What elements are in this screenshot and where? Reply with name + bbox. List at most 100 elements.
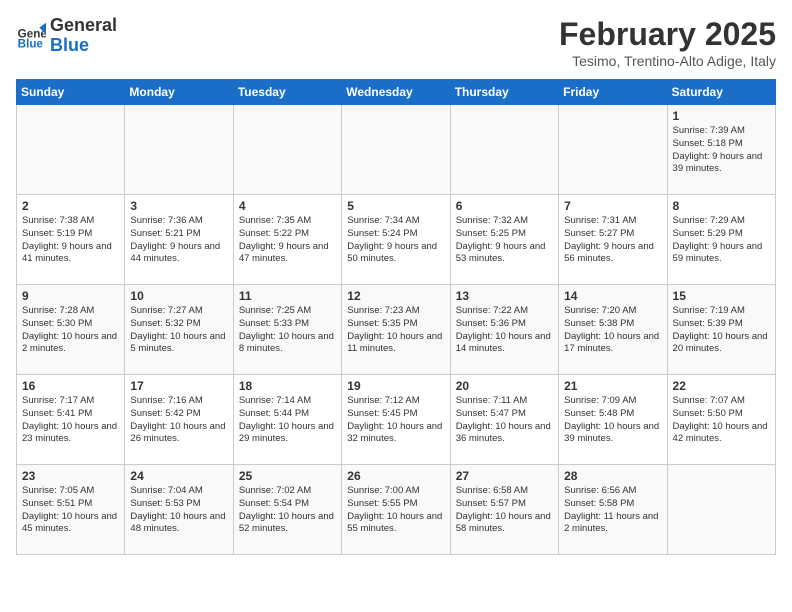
day-cell: 5 Sunrise: 7:34 AM Sunset: 5:24 PM Daylig… xyxy=(342,195,450,285)
day-info: Sunrise: 6:58 AM Sunset: 5:57 PM Dayligh… xyxy=(456,485,553,536)
day-number: 14 xyxy=(564,289,661,303)
day-cell: 16 Sunrise: 7:17 AM Sunset: 5:41 PM Dayli… xyxy=(17,375,125,465)
week-row-3: 9Sunrise: 7:28 AM Sunset: 5:30 PM Daylig… xyxy=(17,285,776,375)
day-cell: 9Sunrise: 7:28 AM Sunset: 5:30 PM Daylig… xyxy=(17,285,125,375)
day-number: 13 xyxy=(456,289,553,303)
day-info: Sunrise: 7:04 AM Sunset: 5:53 PM Dayligh… xyxy=(130,485,227,536)
day-cell: 3Sunrise: 7:36 AM Sunset: 5:21 PM Daylig… xyxy=(125,195,233,285)
day-cell: 20 Sunrise: 7:11 AM Sunset: 5:47 PM Dayli… xyxy=(450,375,558,465)
day-cell: 26Sunrise: 7:00 AM Sunset: 5:55 PM Dayli… xyxy=(342,465,450,555)
day-cell: 1 Sunrise: 7:39 AM Sunset: 5:18 PM Daylig… xyxy=(667,105,775,195)
day-cell: 13 Sunrise: 7:22 AM Sunset: 5:36 PM Dayli… xyxy=(450,285,558,375)
calendar-subtitle: Tesimo, Trentino-Alto Adige, Italy xyxy=(559,53,776,69)
day-cell xyxy=(17,105,125,195)
day-info: Sunrise: 7:25 AM Sunset: 5:33 PM Dayligh… xyxy=(239,305,336,356)
day-number: 10 xyxy=(130,289,227,303)
day-cell: 2 Sunrise: 7:38 AM Sunset: 5:19 PM Daylig… xyxy=(17,195,125,285)
day-cell: 8Sunrise: 7:29 AM Sunset: 5:29 PM Daylig… xyxy=(667,195,775,285)
day-cell: 17 Sunrise: 7:16 AM Sunset: 5:42 PM Dayli… xyxy=(125,375,233,465)
logo-general: General xyxy=(50,15,117,35)
day-cell: 15Sunrise: 7:19 AM Sunset: 5:39 PM Dayli… xyxy=(667,285,775,375)
day-cell: 19Sunrise: 7:12 AM Sunset: 5:45 PM Dayli… xyxy=(342,375,450,465)
header-row: Sunday Monday Tuesday Wednesday Thursday… xyxy=(17,80,776,105)
calendar-title: February 2025 xyxy=(559,16,776,53)
day-cell: 18Sunrise: 7:14 AM Sunset: 5:44 PM Dayli… xyxy=(233,375,341,465)
col-saturday: Saturday xyxy=(667,80,775,105)
day-info: Sunrise: 7:19 AM Sunset: 5:39 PM Dayligh… xyxy=(673,305,770,356)
day-cell xyxy=(559,105,667,195)
day-info: Sunrise: 7:36 AM Sunset: 5:21 PM Dayligh… xyxy=(130,215,227,266)
day-cell xyxy=(342,105,450,195)
day-info: Sunrise: 7:38 AM Sunset: 5:19 PM Dayligh… xyxy=(22,215,119,266)
day-info: Sunrise: 7:14 AM Sunset: 5:44 PM Dayligh… xyxy=(239,395,336,446)
day-info: Sunrise: 7:22 AM Sunset: 5:36 PM Dayligh… xyxy=(456,305,553,356)
day-number: 25 xyxy=(239,469,336,483)
day-info: Sunrise: 7:05 AM Sunset: 5:51 PM Dayligh… xyxy=(22,485,119,536)
day-cell xyxy=(667,465,775,555)
day-cell: 25 Sunrise: 7:02 AM Sunset: 5:54 PM Dayli… xyxy=(233,465,341,555)
day-cell: 12Sunrise: 7:23 AM Sunset: 5:35 PM Dayli… xyxy=(342,285,450,375)
day-info: Sunrise: 7:07 AM Sunset: 5:50 PM Dayligh… xyxy=(673,395,770,446)
day-number: 23 xyxy=(22,469,119,483)
day-number: 2 xyxy=(22,199,119,213)
day-info: Sunrise: 7:27 AM Sunset: 5:32 PM Dayligh… xyxy=(130,305,227,356)
week-row-1: 1 Sunrise: 7:39 AM Sunset: 5:18 PM Daylig… xyxy=(17,105,776,195)
col-monday: Monday xyxy=(125,80,233,105)
day-info: Sunrise: 7:39 AM Sunset: 5:18 PM Dayligh… xyxy=(673,125,770,176)
day-cell: 11 Sunrise: 7:25 AM Sunset: 5:33 PM Dayli… xyxy=(233,285,341,375)
logo-blue: Blue xyxy=(50,35,89,55)
day-info: Sunrise: 7:02 AM Sunset: 5:54 PM Dayligh… xyxy=(239,485,336,536)
col-tuesday: Tuesday xyxy=(233,80,341,105)
day-cell xyxy=(125,105,233,195)
day-number: 8 xyxy=(673,199,770,213)
day-number: 1 xyxy=(673,109,770,123)
col-sunday: Sunday xyxy=(17,80,125,105)
week-row-5: 23 Sunrise: 7:05 AM Sunset: 5:51 PM Dayli… xyxy=(17,465,776,555)
day-number: 22 xyxy=(673,379,770,393)
day-cell: 27 Sunrise: 6:58 AM Sunset: 5:57 PM Dayli… xyxy=(450,465,558,555)
day-cell xyxy=(233,105,341,195)
day-info: Sunrise: 7:16 AM Sunset: 5:42 PM Dayligh… xyxy=(130,395,227,446)
day-info: Sunrise: 7:28 AM Sunset: 5:30 PM Dayligh… xyxy=(22,305,119,356)
day-number: 26 xyxy=(347,469,444,483)
day-info: Sunrise: 7:09 AM Sunset: 5:48 PM Dayligh… xyxy=(564,395,661,446)
day-number: 28 xyxy=(564,469,661,483)
day-cell: 22 Sunrise: 7:07 AM Sunset: 5:50 PM Dayli… xyxy=(667,375,775,465)
day-number: 5 xyxy=(347,199,444,213)
col-friday: Friday xyxy=(559,80,667,105)
title-block: February 2025 Tesimo, Trentino-Alto Adig… xyxy=(559,16,776,69)
day-info: Sunrise: 6:56 AM Sunset: 5:58 PM Dayligh… xyxy=(564,485,661,536)
col-thursday: Thursday xyxy=(450,80,558,105)
day-info: Sunrise: 7:11 AM Sunset: 5:47 PM Dayligh… xyxy=(456,395,553,446)
day-number: 19 xyxy=(347,379,444,393)
calendar-table: Sunday Monday Tuesday Wednesday Thursday… xyxy=(16,79,776,555)
page-header: General Blue General Blue February 2025 … xyxy=(16,16,776,69)
day-cell: 21 Sunrise: 7:09 AM Sunset: 5:48 PM Dayli… xyxy=(559,375,667,465)
day-number: 17 xyxy=(130,379,227,393)
day-number: 16 xyxy=(22,379,119,393)
day-info: Sunrise: 7:32 AM Sunset: 5:25 PM Dayligh… xyxy=(456,215,553,266)
day-number: 11 xyxy=(239,289,336,303)
day-info: Sunrise: 7:34 AM Sunset: 5:24 PM Dayligh… xyxy=(347,215,444,266)
logo-icon: General Blue xyxy=(16,21,46,51)
logo: General Blue General Blue xyxy=(16,16,117,56)
day-info: Sunrise: 7:20 AM Sunset: 5:38 PM Dayligh… xyxy=(564,305,661,356)
day-cell: 14 Sunrise: 7:20 AM Sunset: 5:38 PM Dayli… xyxy=(559,285,667,375)
day-number: 24 xyxy=(130,469,227,483)
day-number: 20 xyxy=(456,379,553,393)
day-cell: 23 Sunrise: 7:05 AM Sunset: 5:51 PM Dayli… xyxy=(17,465,125,555)
day-info: Sunrise: 7:31 AM Sunset: 5:27 PM Dayligh… xyxy=(564,215,661,266)
day-number: 7 xyxy=(564,199,661,213)
day-number: 21 xyxy=(564,379,661,393)
day-cell: 28 Sunrise: 6:56 AM Sunset: 5:58 PM Dayli… xyxy=(559,465,667,555)
week-row-4: 16 Sunrise: 7:17 AM Sunset: 5:41 PM Dayli… xyxy=(17,375,776,465)
day-cell: 24 Sunrise: 7:04 AM Sunset: 5:53 PM Dayli… xyxy=(125,465,233,555)
day-number: 12 xyxy=(347,289,444,303)
day-number: 27 xyxy=(456,469,553,483)
svg-text:Blue: Blue xyxy=(18,37,44,50)
day-cell: 10 Sunrise: 7:27 AM Sunset: 5:32 PM Dayli… xyxy=(125,285,233,375)
day-info: Sunrise: 7:35 AM Sunset: 5:22 PM Dayligh… xyxy=(239,215,336,266)
col-wednesday: Wednesday xyxy=(342,80,450,105)
day-info: Sunrise: 7:17 AM Sunset: 5:41 PM Dayligh… xyxy=(22,395,119,446)
day-cell xyxy=(450,105,558,195)
